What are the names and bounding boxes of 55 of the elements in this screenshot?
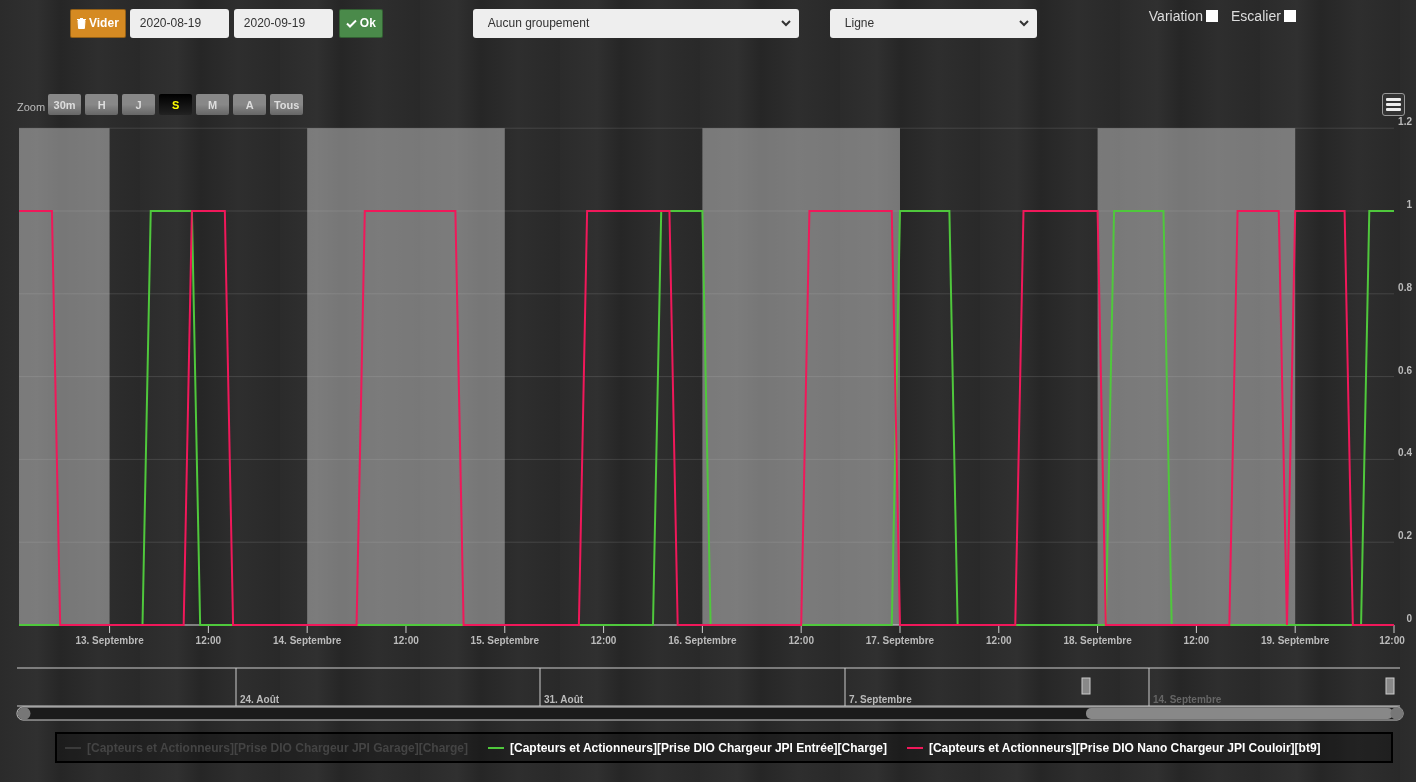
zoom-button[interactable]: 30m [48,94,82,115]
start-date-field[interactable]: 2020-08-19 [129,8,229,38]
ok-button[interactable]: Ok [338,8,383,38]
navigator-label: 31. Août [544,694,584,705]
y-axis-label: 0.2 [1398,530,1412,542]
check-icon [345,18,357,28]
y-axis-label: 0.4 [1398,447,1412,459]
zoom-button[interactable]: H [85,94,119,115]
y-axis-label: 1 [1406,199,1412,210]
y-axis-label: 1.2 [1398,116,1412,128]
x-axis-label: 12:00 [195,635,222,646]
clear-button[interactable]: Vider [70,8,126,38]
y-axis-label: 0.8 [1398,281,1412,293]
scroll-right-button[interactable] [1390,707,1404,720]
zoom-label: Zoom [17,100,46,113]
navigator-label: 24. Août [240,694,280,705]
legend-item[interactable]: [Capteurs et Actionneurs][Prise DIO Chargeur JPI Entrée][Charge] [488,740,887,755]
x-axis-label: 17. Septembre [865,635,935,646]
zoom-button[interactable]: Tous [270,94,304,115]
y-axis-label: 0 [1406,613,1412,624]
end-date-field[interactable]: 2020-09-19 [233,8,333,38]
y-axis-label: 0.6 [1398,364,1412,376]
x-axis-label: 15. Septembre [470,635,539,646]
chevron-down-icon [780,19,791,27]
navigator-label: 14. Septembre [1153,694,1222,705]
x-axis-label: 12:00 [1183,635,1210,646]
x-axis-label: 13. Septembre [75,635,144,646]
trash-icon [77,17,86,29]
checkbox[interactable] [1283,10,1296,22]
zoom-button[interactable]: A [233,94,267,115]
chevron-down-icon [1018,19,1029,27]
x-axis-label: 12:00 [1379,635,1405,646]
x-axis-label: 16. Septembre [668,635,737,646]
zoom-button[interactable]: J [122,94,156,115]
checkbox[interactable] [1206,10,1219,22]
menu-button[interactable] [1382,93,1405,116]
scrollbar-thumb[interactable] [1086,708,1393,719]
zoom-button[interactable]: S [159,94,193,115]
range-handle[interactable] [1081,677,1091,695]
grouping-select[interactable]: Aucun groupement [472,8,799,38]
x-axis-label: 12:00 [590,635,617,646]
x-axis-label: 14. Septembre [273,635,342,646]
legend-item[interactable]: [Capteurs et Actionneurs][Prise DIO Nano Chargeur JPI Couloir][bt9] [906,740,1321,755]
zoom-button[interactable]: M [196,94,230,115]
x-axis-label: 18. Septembre [1063,635,1132,646]
scroll-left-button[interactable] [17,707,31,720]
option-label: Variation [1148,8,1204,24]
x-axis-label: 12:00 [788,635,814,646]
range-handle[interactable] [1385,677,1395,695]
option-label: Escalier [1231,8,1281,24]
x-axis-label: 19. Septembre [1261,635,1330,646]
chart-type-select[interactable]: Ligne [829,8,1037,38]
navigator-label: 7. Septembre [849,694,912,705]
x-axis-label: 12:00 [986,635,1012,646]
x-axis-label: 12:00 [393,635,419,646]
